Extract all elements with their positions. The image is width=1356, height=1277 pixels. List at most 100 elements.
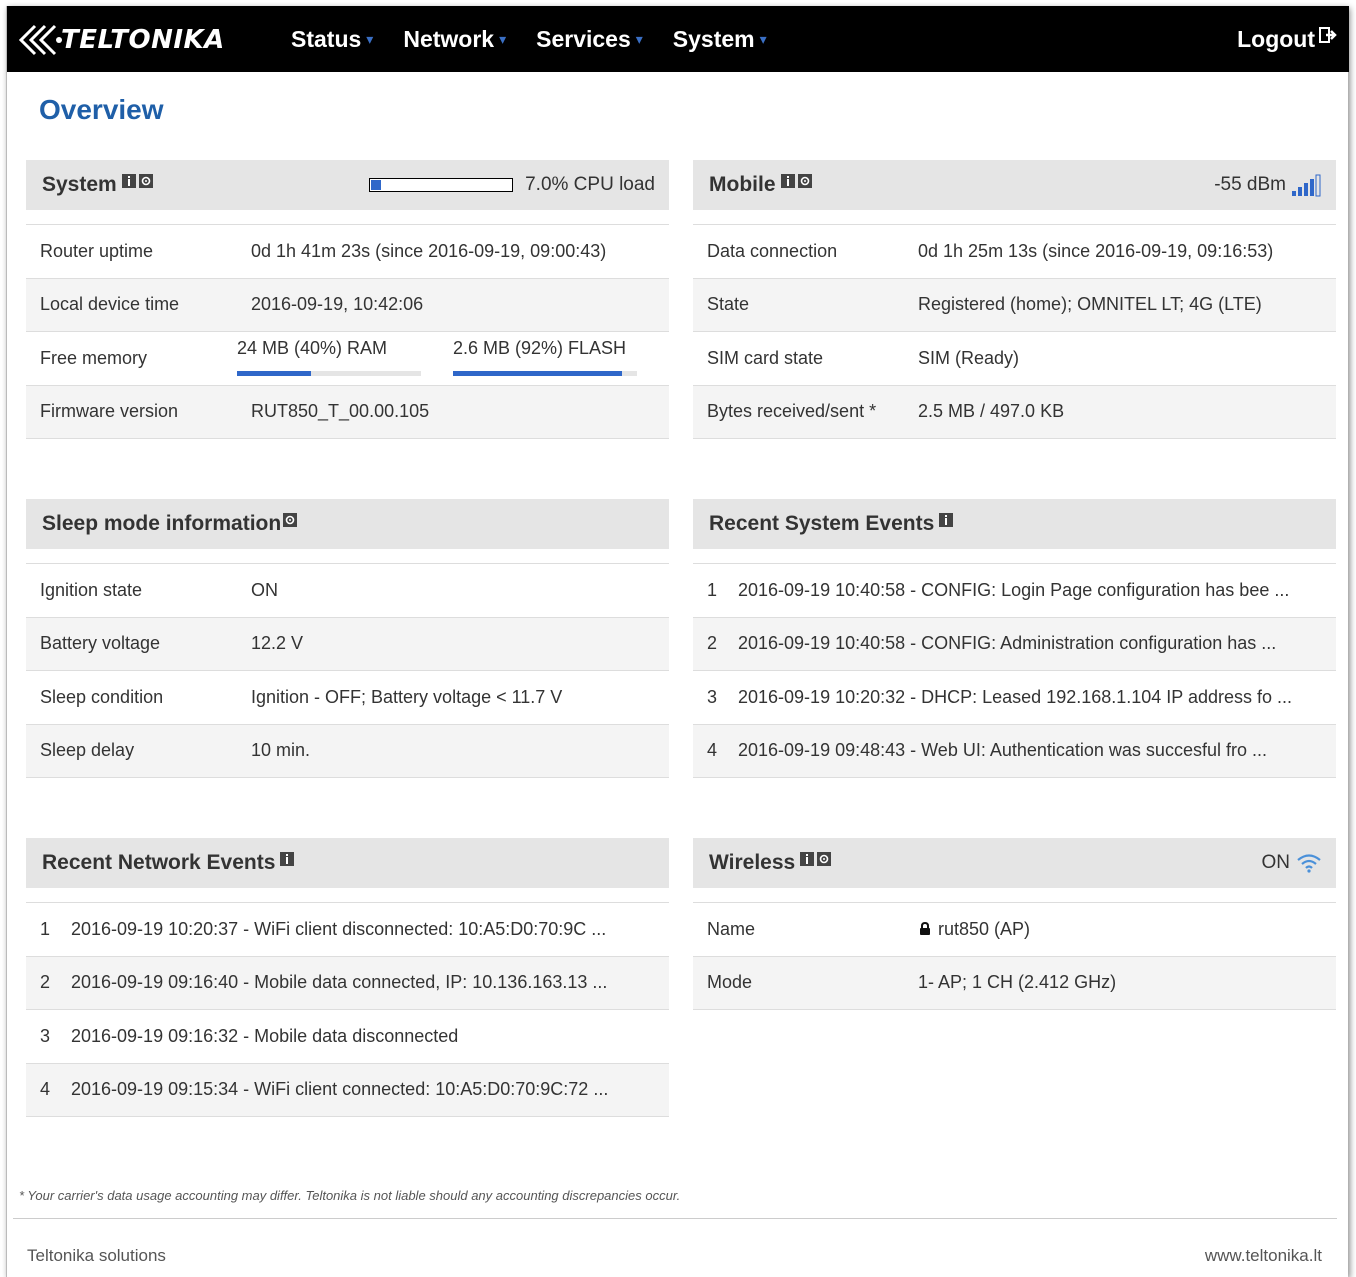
flash-text: 2.6 MB (92%) FLASH [453, 338, 627, 359]
footer-divider [13, 1218, 1337, 1219]
wireless-panel: Wireless ON Name rut850 (AP) Mode 1- AP;… [693, 838, 1336, 1010]
row-value: 1- AP; 1 CH (2.412 GHz) [918, 972, 1117, 993]
event-text: 2016-09-19 09:16:32 - Mobile data discon… [71, 1025, 459, 1046]
event-number: 1 [707, 579, 718, 600]
row-value: rut850 (AP) [938, 918, 1031, 939]
event-number: 2 [707, 633, 718, 654]
row-label: Mode [707, 972, 753, 993]
logout-button[interactable]: Logout [1237, 6, 1337, 72]
row-label: Router uptime [40, 240, 154, 261]
system-rows: Router uptime 0d 1h 41m 23s (since 2016-… [26, 224, 669, 439]
row-value: 2016-09-19, 10:42:06 [251, 294, 424, 315]
network-events-rows: 1 2016-09-19 10:20:37 - WiFi client disc… [26, 902, 669, 1117]
brand-name: TELTONIKA [61, 25, 225, 55]
table-row: Mode 1- AP; 1 CH (2.412 GHz) [693, 956, 1336, 1010]
network-events-panel-title: Recent Network Events [42, 851, 276, 874]
system-panel: System 7.0% CPU load Router uptime 0d 1h… [26, 160, 669, 439]
network-events-panel: Recent Network Events 1 2016-09-19 10:20… [26, 838, 669, 1117]
sleep-mode-rows: Ignition state ON Battery voltage 12.2 V… [26, 563, 669, 778]
row-label: Sleep delay [40, 740, 135, 761]
system-panel-title: System [42, 173, 117, 196]
event-text: 2016-09-19 09:16:40 - Mobile data connec… [71, 972, 608, 993]
memory-bars: 24 MB (40%) RAM 2.6 MB (92%) FLASH [237, 338, 669, 378]
settings-icon[interactable] [817, 852, 832, 866]
sleep-mode-panel-title: Sleep mode information [42, 512, 282, 535]
flash-bar [453, 371, 637, 377]
row-label: Data connection [707, 240, 838, 261]
settings-icon[interactable] [797, 174, 812, 188]
table-row: Firmware version RUT850_T_00.00.105 [26, 385, 669, 439]
sleep-mode-panel-header: Sleep mode information [26, 499, 669, 549]
main-nav: Status ▾ Network ▾ Services ▾ System ▾ [291, 6, 797, 72]
list-item: 2 2016-09-19 09:16:40 - Mobile data conn… [26, 956, 669, 1010]
wireless-rows: Name rut850 (AP) Mode 1- AP; 1 CH (2.412… [693, 902, 1336, 1010]
cpu-load-bar [369, 178, 514, 192]
nav-system[interactable]: System ▾ [673, 6, 767, 72]
wifi-icon [1297, 854, 1321, 873]
table-row: SIM card state SIM (Ready) [693, 332, 1336, 386]
table-row: Router uptime 0d 1h 41m 23s (since 2016-… [26, 225, 669, 279]
system-events-panel-header: Recent System Events [693, 499, 1336, 549]
row-value: 0d 1h 25m 13s (since 2016-09-19, 09:16:5… [918, 240, 1274, 261]
footer-note: * Your carrier's data usage accounting m… [19, 1188, 681, 1203]
nav-status[interactable]: Status ▾ [291, 6, 373, 72]
row-label: SIM card state [707, 347, 824, 368]
event-text: 2016-09-19 10:40:58 - CONFIG: Administra… [738, 633, 1277, 654]
system-events-panel: Recent System Events 1 2016-09-19 10:40:… [693, 499, 1336, 778]
signal-bars-icon [1292, 174, 1321, 197]
cpu-load-fill [371, 180, 382, 190]
list-item: 3 2016-09-19 09:16:32 - Mobile data disc… [26, 1010, 669, 1064]
row-value: SIM (Ready) [918, 347, 1020, 368]
event-number: 3 [40, 1025, 51, 1046]
mobile-panel-header: Mobile -55 dBm [693, 160, 1336, 210]
row-label: Firmware version [40, 401, 179, 422]
row-label: Bytes received/sent * [707, 401, 877, 422]
table-row: State Registered (home); OMNITEL LT; 4G … [693, 278, 1336, 332]
mobile-panel: Mobile -55 dBm Data connection 0d 1h 25m… [693, 160, 1336, 439]
footer-website-link[interactable]: www.teltonika.lt [1205, 1246, 1322, 1266]
row-label: Ignition state [40, 579, 143, 600]
logout-label: Logout [1237, 25, 1315, 52]
ram-text: 24 MB (40%) RAM [237, 338, 388, 359]
list-item: 4 2016-09-19 09:48:43 - Web UI: Authenti… [693, 724, 1336, 778]
row-value: 0d 1h 41m 23s (since 2016-09-19, 09:00:4… [251, 240, 607, 261]
row-label: Sleep condition [40, 686, 164, 707]
nav-network[interactable]: Network ▾ [403, 6, 506, 72]
mobile-panel-title: Mobile [709, 173, 776, 196]
event-text: 2016-09-19 10:20:32 - DHCP: Leased 192.1… [738, 686, 1293, 707]
event-number: 1 [40, 918, 51, 939]
table-row: Bytes received/sent * 2.5 MB / 497.0 KB [693, 385, 1336, 439]
row-label: Local device time [40, 294, 180, 315]
event-number: 4 [707, 740, 718, 761]
event-text: 2016-09-19 09:15:34 - WiFi client connec… [71, 1079, 609, 1100]
info-icon[interactable] [800, 852, 815, 866]
logout-icon [1319, 27, 1337, 43]
info-icon[interactable] [939, 513, 954, 527]
nav-network-label: Network [403, 25, 495, 52]
info-icon[interactable] [121, 174, 136, 188]
browser-frame: TELTONIKA Status ▾ Network ▾ Services ▾ … [6, 6, 1349, 1277]
event-number: 4 [40, 1079, 51, 1100]
signal-strength-text: -55 dBm [1214, 174, 1286, 195]
event-number: 3 [707, 686, 718, 707]
table-row: Ignition state ON [26, 564, 669, 618]
nav-system-label: System [672, 25, 755, 52]
signal-indicator: -55 dBm [1214, 160, 1322, 210]
wireless-status: ON [1262, 838, 1323, 888]
table-row: Name rut850 (AP) [693, 903, 1336, 957]
nav-services[interactable]: Services ▾ [536, 6, 643, 72]
footer-company: Teltonika solutions [27, 1246, 166, 1265]
cpu-load-text: 7.0% CPU load [525, 174, 655, 195]
info-icon[interactable] [280, 852, 295, 866]
wireless-status-text: ON [1261, 852, 1291, 873]
caret-down-icon: ▾ [499, 30, 507, 47]
settings-icon[interactable] [283, 513, 298, 527]
teltonika-logo[interactable]: TELTONIKA [15, 20, 225, 60]
info-icon[interactable] [780, 174, 795, 188]
row-value: 12.2 V [251, 633, 304, 654]
ram-bar-fill [237, 371, 311, 377]
row-value: 10 min. [251, 740, 311, 761]
ram-usage: 24 MB (40%) RAM [237, 338, 421, 378]
settings-icon[interactable] [138, 174, 153, 188]
cpu-load-indicator: 7.0% CPU load [369, 160, 655, 210]
